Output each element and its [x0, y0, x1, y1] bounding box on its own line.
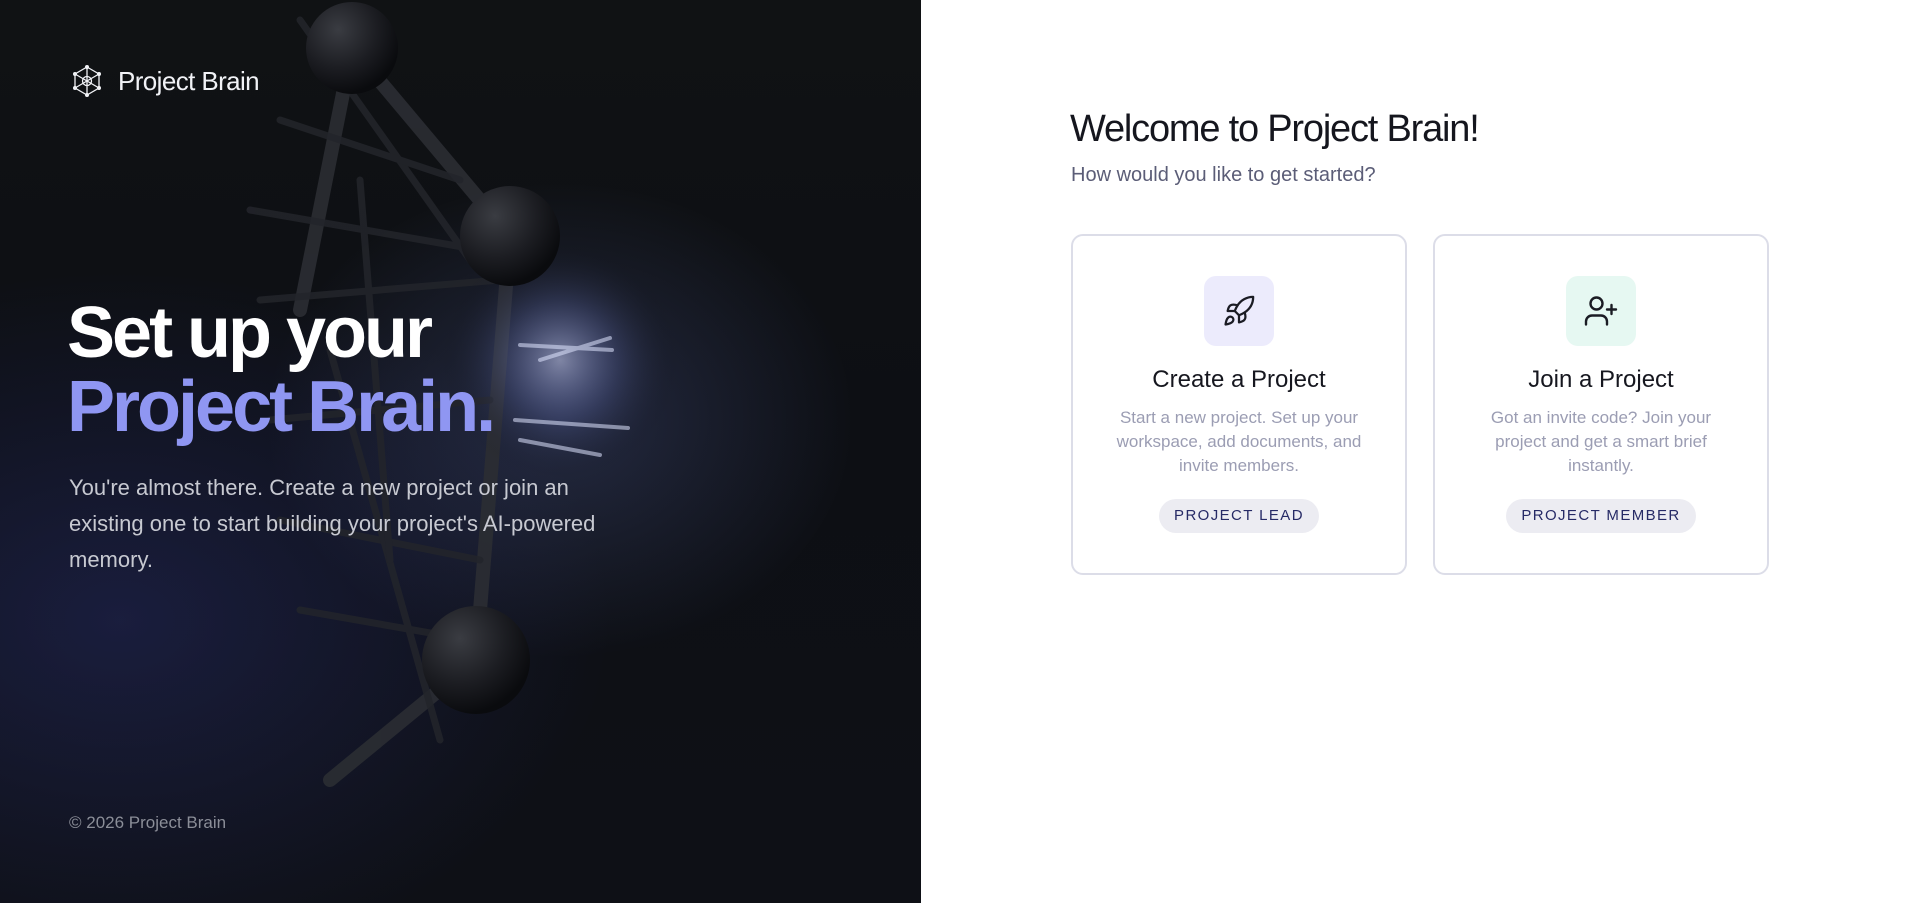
- create-project-icon-box: [1204, 276, 1274, 346]
- welcome-subtitle: How would you like to get started?: [1071, 164, 1376, 186]
- brand-name: Project Brain: [118, 65, 260, 96]
- hero-heading-line2: Project Brain.: [67, 367, 496, 447]
- rocket-icon: [1224, 295, 1255, 326]
- onboarding-page: Project Brain Set up your Project Brain.…: [0, 0, 1918, 903]
- copyright-footer: © 2026 Project Brain: [69, 813, 227, 832]
- join-project-title: Join a Project: [1528, 366, 1674, 393]
- hero-panel: Project Brain Set up your Project Brain.…: [0, 0, 921, 903]
- user-plus-icon: [1584, 296, 1618, 326]
- join-project-description: Got an invite code? Join your project an…: [1490, 408, 1712, 475]
- hero-heading-line1: Set up your: [67, 293, 433, 373]
- brand[interactable]: Project Brain: [70, 64, 260, 98]
- onboarding-main: Welcome to Project Brain! How would you …: [921, 0, 1918, 903]
- join-project-icon-box: [1566, 276, 1636, 346]
- create-project-title: Create a Project: [1152, 366, 1326, 393]
- brain-network-icon: [73, 65, 101, 97]
- molecule-background-art: [246, 2, 680, 787]
- project-member-badge: PROJECT MEMBER: [1506, 499, 1696, 533]
- join-project-card[interactable]: Join a Project Got an invite code? Join …: [1433, 234, 1769, 575]
- create-project-description: Start a new project. Set up your workspa…: [1116, 408, 1362, 475]
- welcome-title: Welcome to Project Brain!: [1070, 108, 1480, 150]
- hero-heading: Set up your Project Brain.: [67, 293, 496, 447]
- create-project-card[interactable]: Create a Project Start a new project. Se…: [1071, 234, 1407, 575]
- option-cards: Create a Project Start a new project. Se…: [1071, 234, 1769, 575]
- hero-description: You're almost there. Create a new projec…: [69, 475, 596, 572]
- project-lead-badge: PROJECT LEAD: [1159, 499, 1319, 533]
